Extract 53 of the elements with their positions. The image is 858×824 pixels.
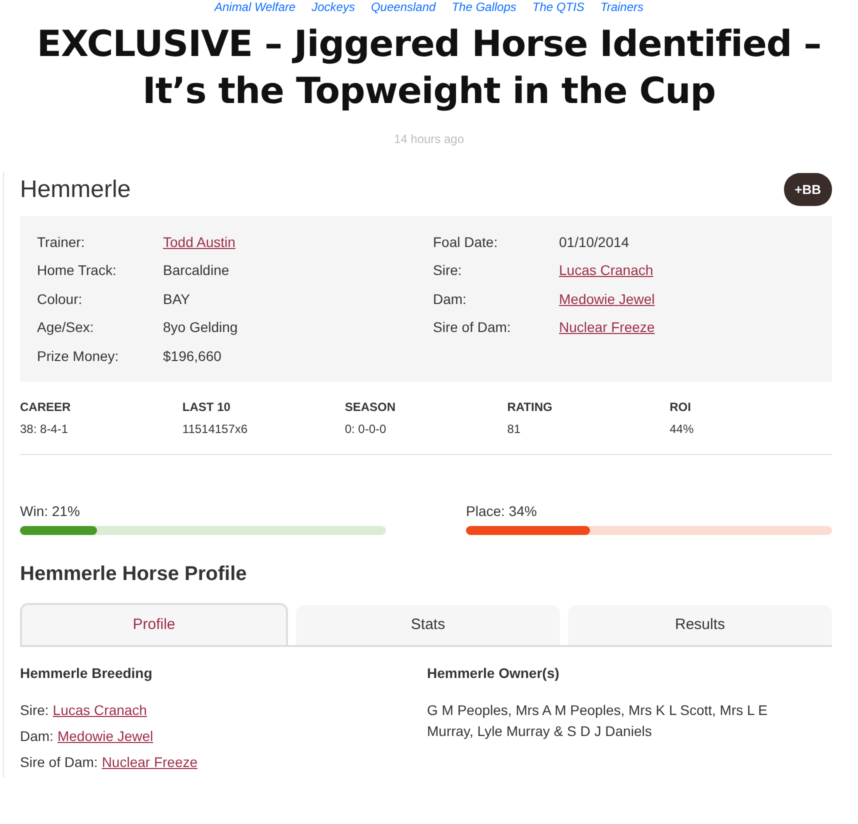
detail-link[interactable]: Lucas Cranach <box>52 702 147 718</box>
horse-name: Hemmerle <box>20 174 131 205</box>
stat-label: CAREER <box>20 399 72 416</box>
tab[interactable]: Stats <box>296 605 560 646</box>
detail-link[interactable]: Nuclear Freeze <box>559 313 655 342</box>
detail-label: Foal Date: <box>433 232 499 252</box>
detail-link[interactable]: Lucas Cranach <box>559 256 654 285</box>
detail-link[interactable]: Medowie Jewel <box>559 284 655 314</box>
stat-label: SEASON <box>344 399 396 416</box>
detail-label: Prize Money: <box>37 346 120 366</box>
detail-link[interactable]: Nuclear Freeze <box>102 754 198 770</box>
stat-label: RATING <box>507 399 554 416</box>
stat-label: ROI <box>670 399 692 416</box>
detail-label: Dam: <box>20 728 54 744</box>
tag-link[interactable]: Animal Welfare <box>214 0 296 14</box>
detail-label: Trainer: <box>37 232 86 252</box>
stat-value: 44% <box>670 421 695 438</box>
bar-label: Win: 21% <box>20 502 81 522</box>
tag-link[interactable]: The Gallops <box>452 0 516 14</box>
detail-value: BAY <box>163 290 190 309</box>
section-heading: Hemmerle Horse Profile <box>20 562 248 588</box>
tab[interactable]: Profile <box>20 603 288 646</box>
tag-link[interactable]: Trainers <box>600 0 644 14</box>
subheading: Hemmerle Breeding <box>20 664 154 684</box>
owners-text: G M Peoples, Mrs A M Peoples, Mrs K L Scott, Mrs L E Murray, Lyle Murray & S D J Daniels <box>427 701 769 742</box>
post-time: 14 hours ago <box>394 132 464 146</box>
detail-value: 01/10/2014 <box>559 232 630 252</box>
detail-label: Age/Sex: <box>37 318 95 338</box>
detail-label: Sire: <box>20 702 49 718</box>
detail-label: Sire: <box>433 261 463 280</box>
detail-value: 8yo Gelding <box>163 318 238 338</box>
tag-link[interactable]: Queensland <box>370 0 436 14</box>
stat-value: 11514157x6 <box>182 421 249 438</box>
detail-label: Colour: <box>37 290 84 309</box>
stat-value: 0: 0-0-0 <box>344 421 388 438</box>
detail-link[interactable]: Todd Austin <box>163 228 236 256</box>
tag-link[interactable]: The QTIS <box>532 0 584 14</box>
detail-label: Sire of Dam: <box>20 754 98 770</box>
detail-value: Barcaldine <box>163 261 230 280</box>
subheading: Hemmerle Owner(s) <box>427 664 560 684</box>
tab[interactable]: Results <box>568 605 832 646</box>
detail-value: $196,660 <box>163 346 222 366</box>
detail-label: Home Track: <box>37 261 118 280</box>
stat-value: 81 <box>507 421 522 438</box>
stat-label: LAST 10 <box>182 399 232 416</box>
detail-link[interactable]: Medowie Jewel <box>57 728 154 744</box>
bar-label: Place: 34% <box>466 502 538 522</box>
detail-label: Sire of Dam: <box>433 318 512 338</box>
tag-link[interactable]: Jockeys <box>312 0 355 14</box>
blackbook-button[interactable]: +BB <box>784 172 832 206</box>
headline: EXCLUSIVE – Jiggered Horse Identified – It’s the Topweight in the Cup <box>36 23 822 114</box>
stat-value: 38: 8-4-1 <box>20 421 70 438</box>
detail-label: Dam: <box>433 290 468 309</box>
